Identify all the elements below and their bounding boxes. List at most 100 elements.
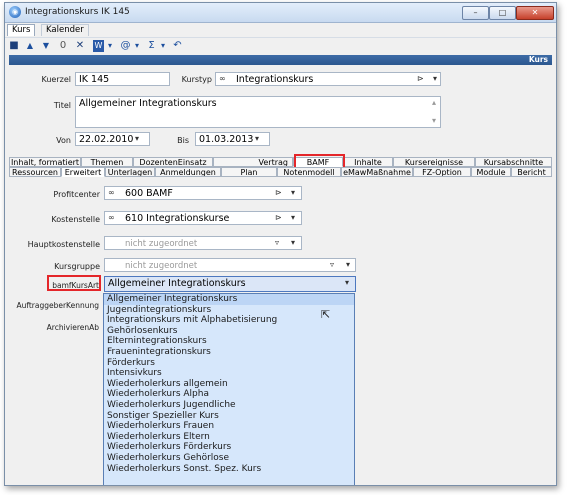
up-arrow-icon[interactable]: ▲: [25, 40, 35, 52]
list-item[interactable]: Wiederholerkurs Gehörlose: [104, 453, 354, 464]
calendar-dropdown-icon[interactable]: ▾: [255, 134, 259, 143]
tab-erweitert[interactable]: Erweitert: [61, 167, 105, 177]
list-item[interactable]: Intensivkurs: [104, 368, 354, 379]
app-icon: ◉: [9, 6, 21, 18]
bamfkursart-combobox[interactable]: Allgemeiner Integrationskurs: [104, 276, 356, 292]
kursgruppe-label: Kursgruppe: [54, 262, 100, 271]
bamfkursart-value: Allgemeiner Integrationskurs: [108, 278, 246, 289]
scroll-down-icon[interactable]: ▾: [432, 116, 436, 125]
tab-dozenteneinsatz[interactable]: DozentenEinsatz: [133, 157, 213, 167]
chevron-down-icon[interactable]: ▾: [133, 40, 141, 52]
tab-inhalt-formatiert[interactable]: Inhalt, formatiert: [9, 157, 81, 167]
link-icon: ∞: [108, 213, 115, 222]
tab-kursereignisse[interactable]: Kursereignisse: [393, 157, 475, 167]
list-item[interactable]: Wiederholerkurs Frauen: [104, 421, 354, 432]
maximize-button[interactable]: □: [489, 6, 516, 20]
list-item[interactable]: Förderkurs: [104, 358, 354, 369]
bis-label: Bis: [177, 136, 189, 145]
calendar-dropdown-icon[interactable]: ▾: [135, 134, 139, 143]
chevron-down-icon[interactable]: ▾: [346, 260, 350, 269]
mouse-pointer-icon: ⇱: [321, 308, 331, 321]
sum-icon[interactable]: Σ: [146, 40, 157, 52]
kuerzel-label: Kuerzel: [41, 75, 71, 84]
menu-kalender[interactable]: Kalender: [41, 24, 89, 36]
attach-icon[interactable]: 0: [58, 40, 68, 52]
list-item[interactable]: Wiederholerkurs Jugendliche: [104, 400, 354, 411]
down-arrow-icon[interactable]: ▼: [41, 40, 51, 52]
globe-icon[interactable]: @: [120, 40, 131, 52]
list-item[interactable]: Wiederholerkurs Sonst. Spez. Kurs: [104, 464, 354, 475]
close-button[interactable]: ✕: [516, 6, 554, 20]
kursgruppe-field[interactable]: nicht zugeordnet: [104, 258, 356, 272]
auftraggeberkennung-label: AuftraggeberKennung: [16, 301, 99, 310]
tab-fz-option[interactable]: FZ-Option: [413, 167, 471, 177]
list-item[interactable]: Frauenintegrationskurs: [104, 347, 354, 358]
menu-bar: Kurs Kalender: [5, 23, 556, 36]
main-window: ◉ Integrationskurs IK 145 – □ ✕ Kurs Kal…: [4, 2, 557, 486]
chevron-down-icon[interactable]: ▾: [159, 40, 167, 52]
tab-ressourcen[interactable]: Ressourcen: [9, 167, 61, 177]
filter-icon[interactable]: ▿: [275, 238, 279, 247]
tab-bericht[interactable]: Bericht: [511, 167, 552, 177]
von-label: Von: [56, 136, 71, 145]
chevron-down-icon[interactable]: ▾: [106, 40, 114, 52]
list-item[interactable]: Gehörlosenkurs: [104, 326, 354, 337]
kursart-dropdown-list: Allgemeiner Integrationskurs Jugendinteg…: [103, 293, 355, 485]
kostenstelle-label: Kostenstelle: [51, 215, 100, 224]
profitcenter-label: Profitcenter: [53, 190, 100, 199]
profitcenter-field[interactable]: 600 BAMF: [104, 186, 302, 200]
tab-inhalte[interactable]: Inhalte: [343, 157, 393, 167]
title-bar: ◉ Integrationskurs IK 145 – □ ✕: [5, 3, 556, 23]
list-item[interactable]: Wiederholerkurs Eltern: [104, 432, 354, 443]
kostenstelle-field[interactable]: 610 Integrationskurse: [104, 211, 302, 225]
kuerzel-field[interactable]: IK 145: [75, 72, 170, 86]
chevron-down-icon[interactable]: ▾: [291, 238, 295, 247]
list-item[interactable]: Elternintegrationskurs: [104, 336, 354, 347]
kurstyp-value: Integrationskurs: [236, 74, 314, 85]
list-item[interactable]: Jugendintegrationskurs: [104, 305, 354, 316]
chevron-down-icon[interactable]: ▾: [433, 74, 437, 83]
hauptkostenstelle-value: nicht zugeordnet: [125, 239, 198, 249]
word-icon[interactable]: W: [93, 40, 104, 52]
titel-label: Titel: [53, 101, 71, 110]
chevron-down-icon[interactable]: ▾: [291, 188, 295, 197]
folder-open-icon[interactable]: ⊳: [275, 188, 282, 197]
filter-icon[interactable]: ▿: [330, 260, 334, 269]
section-header-label: Kurs: [528, 55, 548, 64]
hauptkostenstelle-field[interactable]: nicht zugeordnet: [104, 236, 302, 250]
undo-icon[interactable]: ↶: [172, 40, 183, 52]
tab-emawmassnahme[interactable]: eMawMaßnahme: [341, 167, 413, 177]
chevron-down-icon[interactable]: ▾: [345, 278, 349, 287]
list-item[interactable]: Wiederholerkurs allgemein: [104, 379, 354, 390]
folder-open-icon[interactable]: ⊳: [275, 213, 282, 222]
list-item[interactable]: Allgemeiner Integrationskurs: [104, 294, 354, 305]
titel-field[interactable]: Allgemeiner Integrationskurs: [75, 96, 441, 128]
menu-kurs[interactable]: Kurs: [7, 24, 36, 36]
folder-open-icon[interactable]: ⊳: [417, 74, 424, 83]
tab-themen[interactable]: Themen: [81, 157, 133, 167]
minimize-button[interactable]: –: [462, 6, 489, 20]
tab-anmeldungen[interactable]: Anmeldungen: [155, 167, 221, 177]
kursgruppe-value: nicht zugeordnet: [125, 261, 198, 271]
highlight-bamfkursart-label: [47, 275, 101, 291]
tab-notenmodell[interactable]: Notenmodell: [277, 167, 341, 177]
list-item[interactable]: Integrationskurs mit Alphabetisierung: [104, 315, 354, 326]
kostenstelle-value: 610 Integrationskurse: [125, 213, 230, 224]
archivierenab-label: ArchivierenAb: [46, 323, 99, 332]
profitcenter-value: 600 BAMF: [125, 188, 173, 199]
list-item[interactable]: Wiederholerkurs Alpha: [104, 389, 354, 400]
scroll-up-icon[interactable]: ▴: [432, 98, 436, 107]
delete-icon[interactable]: ✕: [75, 40, 85, 52]
tab-kursabschnitte[interactable]: Kursabschnitte: [475, 157, 552, 167]
link-icon: ∞: [108, 188, 115, 197]
tab-module[interactable]: Module: [471, 167, 511, 177]
tab-plan[interactable]: Plan: [221, 167, 277, 177]
save-icon[interactable]: ■: [9, 40, 19, 52]
chevron-down-icon[interactable]: ▾: [291, 213, 295, 222]
tab-vertrag[interactable]: Vertrag: [213, 157, 293, 167]
list-item[interactable]: Sonstiger Spezieller Kurs: [104, 411, 354, 422]
hauptkostenstelle-label: Hauptkostenstelle: [27, 240, 100, 249]
kurstyp-field[interactable]: Integrationskurs: [215, 72, 441, 86]
list-item[interactable]: Wiederholerkurs Förderkurs: [104, 442, 354, 453]
tab-unterlagen[interactable]: Unterlagen: [105, 167, 155, 177]
